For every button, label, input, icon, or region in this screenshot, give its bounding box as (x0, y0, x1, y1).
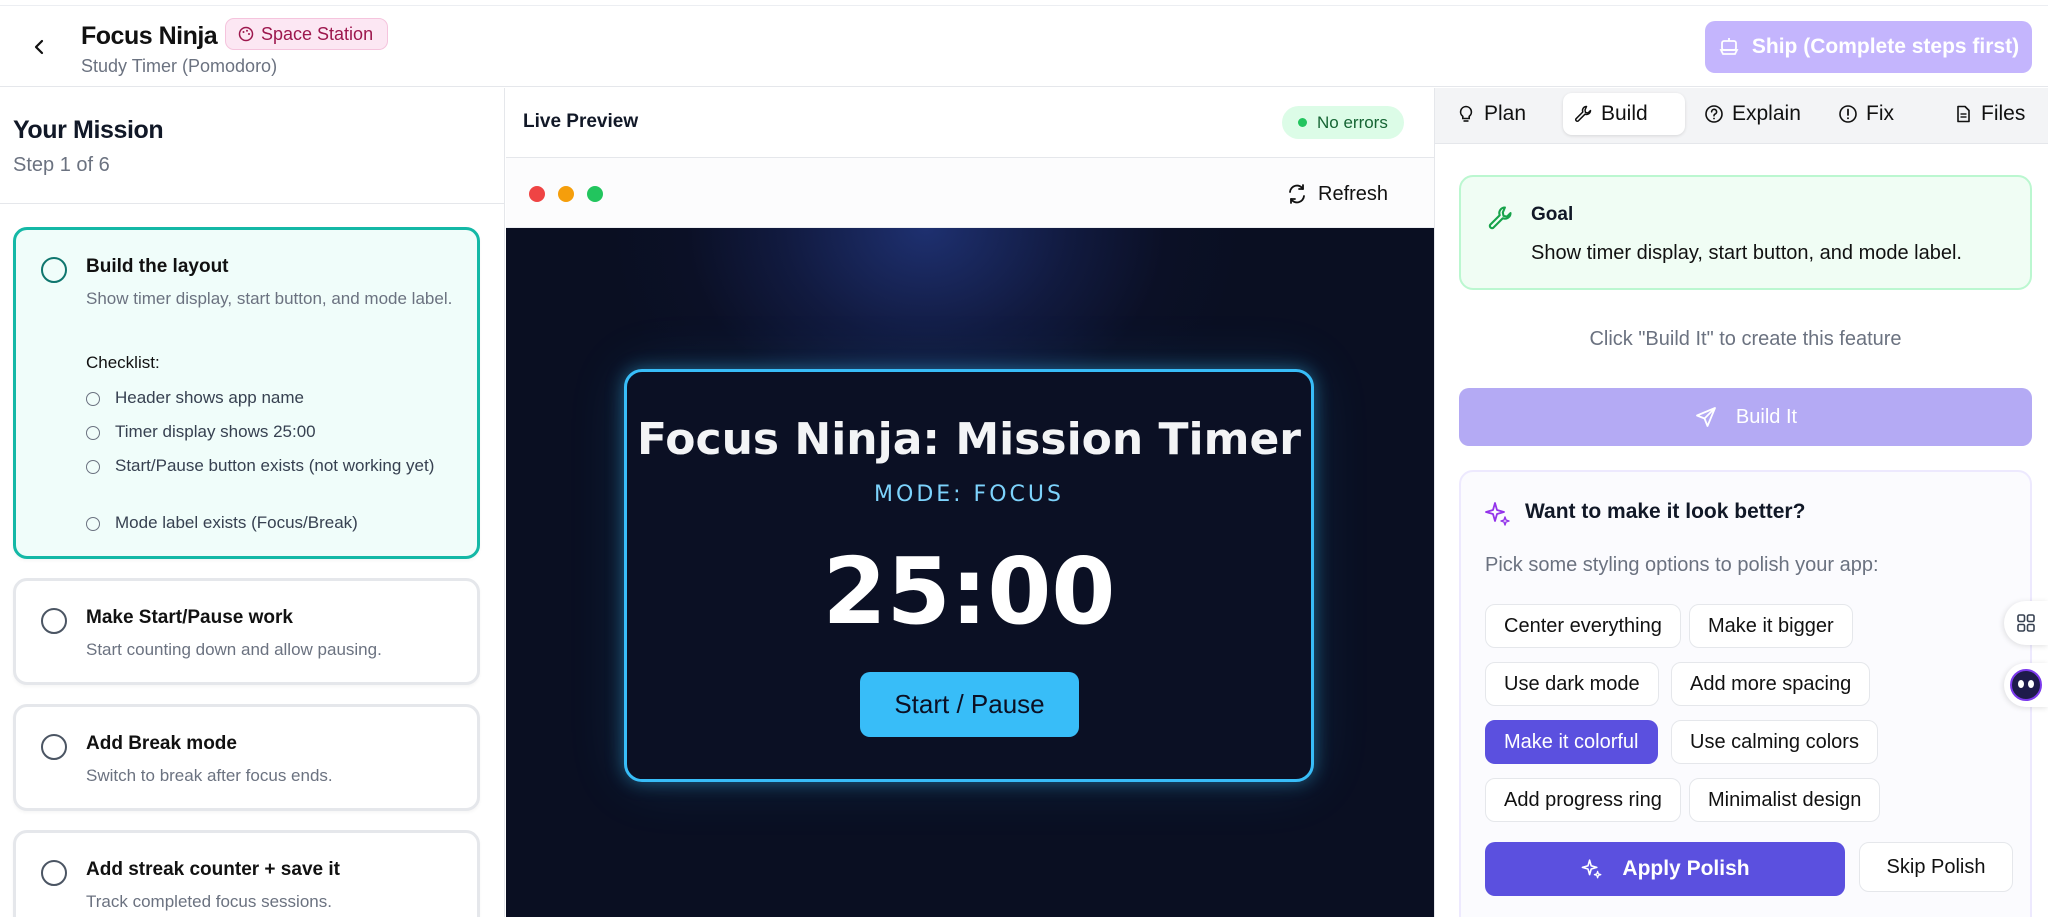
polish-option-minimalist-design[interactable]: Minimalist design (1689, 778, 1881, 822)
checklist-item: Header shows app name (86, 387, 466, 409)
checklist-circle-icon (86, 460, 100, 474)
goal-card: Goal Show timer display, start button, a… (1459, 175, 2032, 290)
assistant-panel: Plan Build Explain Fix Files Goal Show t… (1434, 88, 2048, 917)
live-preview-panel: Live Preview No errors Refresh Focus Nin… (506, 88, 1434, 917)
step-status-circle (41, 734, 67, 760)
step-card-streak-counter[interactable]: Add streak counter + save it Track compl… (13, 830, 480, 917)
step-status-circle (41, 860, 67, 886)
theme-badge: Space Station (225, 18, 389, 50)
step-description: Track completed focus sessions. (86, 892, 332, 911)
theme-badge-label: Space Station (261, 23, 374, 44)
polish-title: Want to make it look better? (1525, 500, 1806, 523)
goal-label: Goal (1531, 204, 1574, 225)
app-subtitle: Study Timer (Pomodoro) (81, 56, 278, 76)
polish-option-center-everything[interactable]: Center everything (1485, 604, 1681, 648)
tab-fix[interactable]: Fix (1828, 93, 1904, 135)
polish-option-add-more-spacing[interactable]: Add more spacing (1671, 662, 1871, 706)
polish-option-use-dark-mode[interactable]: Use dark mode (1485, 662, 1659, 706)
app-header: Focus Ninja Space Station Study Timer (P… (0, 6, 2048, 87)
step-description: Start counting down and allow pausing. (86, 640, 382, 659)
layout-grid-button[interactable] (2004, 601, 2048, 645)
polish-option-add-progress-ring[interactable]: Add progress ring (1485, 778, 1681, 822)
step-card-build-layout[interactable]: Build the layout Show timer display, sta… (13, 227, 480, 559)
sparkles-icon (1485, 502, 1510, 526)
ship-button[interactable]: Ship (Complete steps first) (1705, 21, 2032, 73)
wrench-icon (1575, 105, 1592, 122)
error-status-badge: No errors (1282, 106, 1404, 139)
mission-header: Your Mission Step 1 of 6 (0, 88, 504, 204)
preview-browser-bar: Refresh (506, 158, 1434, 228)
window-close-dot-icon (529, 186, 545, 202)
checklist-item: Mode label exists (Focus/Break) (86, 512, 466, 534)
back-button[interactable] (22, 30, 56, 64)
apply-polish-button[interactable]: Apply Polish (1485, 842, 1845, 896)
send-icon (1696, 407, 1716, 427)
preview-toolbar: Live Preview No errors (506, 88, 1434, 158)
alert-icon (1839, 105, 1857, 123)
checklist-label: Checklist: (86, 353, 160, 372)
tab-files[interactable]: Files (1943, 93, 2035, 135)
step-title: Build the layout (86, 256, 229, 277)
ship-icon (1719, 38, 1739, 55)
palette-icon (238, 26, 254, 42)
timer-mode-label: MODE: FOCUS (874, 482, 1064, 507)
checklist-item: Timer display shows 25:00 (86, 421, 466, 443)
timer-app-title: Focus Ninja: Mission Timer (636, 414, 1302, 465)
question-icon (1705, 105, 1723, 123)
tab-explain[interactable]: Explain (1694, 93, 1811, 135)
wrench-icon (1488, 206, 1512, 230)
preview-viewport: Focus Ninja: Mission Timer MODE: FOCUS 2… (506, 228, 1434, 917)
refresh-label: Refresh (1318, 182, 1389, 205)
build-hint: Click "Build It" to create this feature (1589, 328, 1902, 350)
polish-card: Want to make it look better? Pick some s… (1459, 470, 2032, 917)
grid-icon (2017, 614, 2035, 632)
app-title: Focus Ninja (81, 22, 218, 50)
polish-option-make-it-bigger[interactable]: Make it bigger (1689, 604, 1853, 648)
step-card-start-pause[interactable]: Make Start/Pause work Start counting dow… (13, 578, 480, 685)
polish-subtitle: Pick some styling options to polish your… (1485, 554, 1879, 576)
mission-title: Your Mission (13, 116, 164, 144)
timer-display: 25:00 (822, 538, 1116, 645)
assistant-bot-button[interactable] (2004, 663, 2048, 707)
lightbulb-icon (1459, 105, 1473, 122)
checklist-circle-icon (86, 392, 100, 406)
step-title: Make Start/Pause work (86, 607, 293, 628)
file-icon (1957, 105, 1970, 123)
polish-option-make-it-colorful[interactable]: Make it colorful (1485, 720, 1658, 764)
checklist-item: Start/Pause button exists (not working y… (86, 455, 466, 477)
apply-polish-label: Apply Polish (1622, 857, 1750, 880)
window-maximize-dot-icon (587, 186, 603, 202)
polish-option-use-calming-colors[interactable]: Use calming colors (1671, 720, 1878, 764)
step-status-circle (41, 257, 67, 283)
status-dot-icon (1298, 118, 1307, 127)
checklist-circle-icon (86, 517, 100, 531)
build-it-label: Build It (1735, 405, 1798, 428)
timer-card: Focus Ninja: Mission Timer MODE: FOCUS 2… (624, 369, 1314, 782)
step-description: Switch to break after focus ends. (86, 766, 333, 785)
build-it-button[interactable]: Build It (1459, 388, 2032, 446)
start-pause-button[interactable]: Start / Pause (860, 672, 1079, 737)
step-status-circle (41, 608, 67, 634)
checklist-circle-icon (86, 426, 100, 440)
step-title: Add streak counter + save it (86, 859, 340, 880)
goal-text: Show timer display, start button, and mo… (1531, 242, 1962, 264)
refresh-icon (1289, 184, 1305, 204)
mission-sidebar: Your Mission Step 1 of 6 Build the layou… (0, 88, 505, 917)
window-minimize-dot-icon (558, 186, 574, 202)
panel-tabs: Plan Build Explain Fix Files (1435, 88, 2048, 144)
robot-face-icon (2010, 669, 2042, 701)
mission-step-indicator: Step 1 of 6 (13, 154, 110, 176)
step-description: Show timer display, start button, and mo… (86, 289, 453, 308)
tab-build[interactable]: Build (1563, 93, 1685, 135)
step-title: Add Break mode (86, 733, 237, 754)
preview-title: Live Preview (523, 111, 639, 132)
tab-plan[interactable]: Plan (1446, 93, 1536, 135)
step-card-break-mode[interactable]: Add Break mode Switch to break after foc… (13, 704, 480, 811)
skip-polish-button[interactable]: Skip Polish (1859, 842, 2013, 892)
sparkles-icon (1582, 859, 1602, 879)
ship-button-label: Ship (Complete steps first) (1751, 35, 2020, 58)
chevron-left-icon (34, 39, 44, 55)
refresh-button[interactable]: Refresh (1286, 178, 1388, 210)
error-status-label: No errors (1317, 112, 1388, 132)
